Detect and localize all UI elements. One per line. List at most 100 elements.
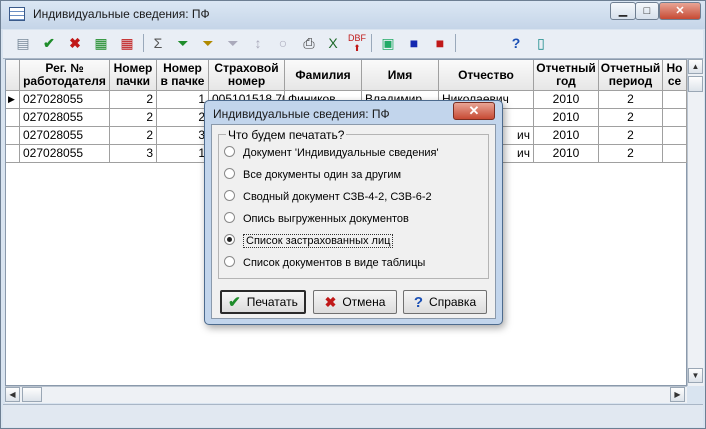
scroll-down-icon[interactable]: ▼ <box>688 368 703 383</box>
col-header-snils[interactable]: Страховой номер <box>209 60 285 91</box>
col-header-num[interactable]: Номер в пачке <box>157 60 209 91</box>
delete-icon[interactable]: ✖ <box>65 33 85 53</box>
toolbar-separator <box>455 34 456 52</box>
blue-square-icon[interactable]: ■ <box>404 33 424 53</box>
table-cell-pack[interactable]: 2 <box>110 109 157 127</box>
table-cell-year[interactable]: 2010 <box>534 91 599 109</box>
radio-icon[interactable] <box>224 212 235 223</box>
option-summary-doc[interactable]: Сводный документ СЗВ-4-2, СЗВ-6-2 <box>224 189 432 205</box>
help-icon[interactable]: ? <box>506 33 526 53</box>
remove-record-icon[interactable]: ▦ <box>117 33 137 53</box>
table-cell-period[interactable]: 2 <box>599 145 663 163</box>
title-bar: Индивидуальные сведения: ПФ ▁ □ ✕ <box>1 1 705 29</box>
maximize-button[interactable]: □ <box>635 2 659 20</box>
table-cell-period[interactable]: 2 <box>599 109 663 127</box>
col-header-patronymic[interactable]: Отчество <box>439 60 534 91</box>
table-cell-extra[interactable] <box>663 127 687 145</box>
table-cell-reg[interactable]: 027028055 <box>20 91 110 109</box>
table-cell-num[interactable]: 1 <box>157 145 209 163</box>
print-dialog: Индивидуальные сведения: ПФ ✕ Что будем … <box>204 100 503 325</box>
money-icon[interactable]: ▣ <box>378 33 398 53</box>
sum-icon[interactable]: Σ <box>148 33 168 53</box>
row-indicator <box>6 127 20 145</box>
filter-clear-icon[interactable]: ⏷ <box>198 33 218 53</box>
help-button-label: Справка <box>429 295 477 309</box>
scroll-right-icon[interactable]: ▶ <box>670 387 685 402</box>
option-inventory[interactable]: Опись выгруженных документов <box>224 211 409 227</box>
radio-icon[interactable] <box>224 190 235 201</box>
filter-disabled-icon: ⏷ <box>227 35 239 51</box>
add-record-icon[interactable]: ▦ <box>91 33 111 53</box>
col-header-year[interactable]: Отчетный год <box>534 60 599 91</box>
close-button[interactable]: ✕ <box>659 2 701 20</box>
dialog-close-button[interactable]: ✕ <box>453 102 495 120</box>
table-cell-pack[interactable]: 2 <box>110 91 157 109</box>
option-doc-table[interactable]: Список документов в виде таблицы <box>224 255 425 271</box>
dialog-title: Индивидуальные сведения: ПФ <box>213 107 390 121</box>
row-indicator <box>6 109 20 127</box>
scroll-up-icon[interactable]: ▲ <box>688 59 703 74</box>
table-cell-extra[interactable] <box>663 145 687 163</box>
row-indicator-header <box>6 60 20 91</box>
col-header-name[interactable]: Имя <box>362 60 439 91</box>
minimize-button[interactable]: ▁ <box>610 2 636 20</box>
table-cell-extra[interactable] <box>663 91 687 109</box>
radio-icon[interactable] <box>224 256 235 267</box>
excel-icon[interactable]: X <box>323 33 343 53</box>
vertical-scrollbar[interactable]: ▲ ▼ <box>687 59 704 386</box>
toolbar-separator <box>371 34 372 52</box>
current-row-indicator: ▶ <box>6 91 20 109</box>
toolbar-separator <box>143 34 144 52</box>
table-cell-reg[interactable]: 027028055 <box>20 127 110 145</box>
print-icon[interactable]: ⎙ <box>299 33 319 53</box>
dbf-export-icon[interactable]: DBF ⬆ <box>347 33 367 53</box>
col-header-pack[interactable]: Номер пачки <box>110 60 157 91</box>
table-cell-reg[interactable]: 027028055 <box>20 145 110 163</box>
scroll-thumb[interactable] <box>22 387 42 402</box>
group-label: Что будем печатать? <box>226 128 347 142</box>
table-cell-year[interactable]: 2010 <box>534 127 599 145</box>
table-cell-year[interactable]: 2010 <box>534 145 599 163</box>
table-cell-period[interactable]: 2 <box>599 91 663 109</box>
table-cell-num[interactable]: 1 <box>157 91 209 109</box>
table-cell-pack[interactable]: 2 <box>110 127 157 145</box>
radio-icon[interactable] <box>224 168 235 179</box>
table-cell-period[interactable]: 2 <box>599 127 663 145</box>
red-square-icon[interactable]: ■ <box>430 33 450 53</box>
scroll-thumb[interactable] <box>688 76 703 92</box>
radio-selected-icon[interactable] <box>224 234 235 245</box>
question-icon: ? <box>413 293 424 311</box>
help-button[interactable]: ? Справка <box>403 290 487 314</box>
horizontal-scrollbar[interactable]: ◀ ▶ <box>5 386 687 403</box>
cancel-button-label: Отмена <box>342 295 386 309</box>
form-view-icon[interactable]: ▤ <box>13 33 33 53</box>
option-insured-list[interactable]: Список застрахованных лиц <box>224 233 394 249</box>
cancel-button[interactable]: ✖ Отмена <box>313 290 397 314</box>
filter-icon[interactable]: ⏷ <box>173 33 193 53</box>
col-header-extra[interactable]: Но се <box>663 60 687 91</box>
table-cell-extra[interactable] <box>663 109 687 127</box>
radio-icon[interactable] <box>224 146 235 157</box>
scroll-left-icon[interactable]: ◀ <box>5 387 20 402</box>
col-header-surname[interactable]: Фамилия <box>285 60 362 91</box>
toolbar: ▤ ✔ ✖ ▦ ▦ Σ ⏷ ⏷ ⏷ ↕ ○ ⎙ X DBF ⬆ ▣ ■ ■ ? ▯ <box>3 30 703 59</box>
apply-icon[interactable]: ✔ <box>39 33 59 53</box>
status-bar <box>3 404 703 427</box>
exit-door-icon[interactable]: ▯ <box>531 33 551 53</box>
dialog-body: Что будем печатать? Документ 'Индивидуал… <box>211 124 496 319</box>
print-button[interactable]: ✔ Печатать <box>220 290 306 314</box>
table-cell-year[interactable]: 2010 <box>534 109 599 127</box>
checkmark-icon: ✔ <box>228 294 241 311</box>
col-header-period[interactable]: Отчетный период <box>599 60 663 91</box>
table-app-icon <box>9 7 25 21</box>
table-cell-num[interactable]: 2 <box>157 109 209 127</box>
table-cell-pack[interactable]: 3 <box>110 145 157 163</box>
print-button-label: Печатать <box>246 295 298 309</box>
table-cell-num[interactable]: 3 <box>157 127 209 145</box>
option-label: Список застрахованных лиц <box>243 234 394 248</box>
option-label: Опись выгруженных документов <box>243 213 409 225</box>
table-cell-reg[interactable]: 027028055 <box>20 109 110 127</box>
option-individual-doc[interactable]: Документ 'Индивидуальные сведения' <box>224 145 439 161</box>
col-header-reg[interactable]: Рег. № работодателя <box>20 60 110 91</box>
option-all-docs[interactable]: Все документы один за другим <box>224 167 401 183</box>
